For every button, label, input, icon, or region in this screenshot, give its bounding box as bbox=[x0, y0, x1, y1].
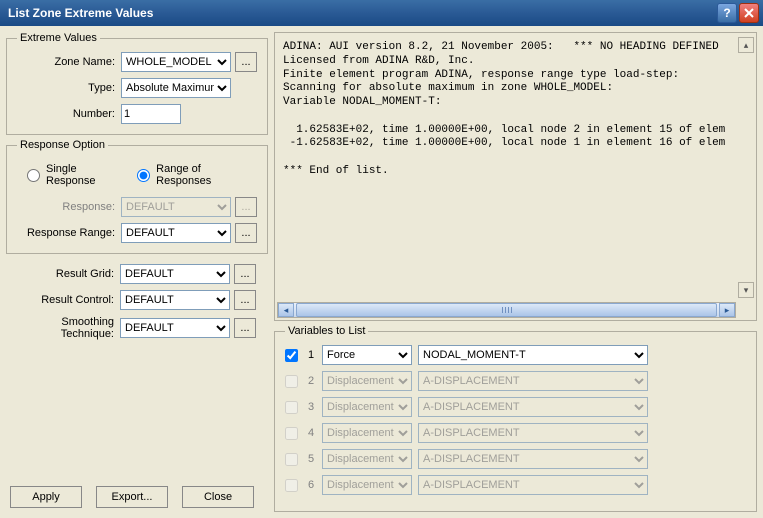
zone-name-browse-button[interactable]: ... bbox=[235, 52, 257, 72]
range-responses-radio[interactable] bbox=[137, 169, 150, 182]
variable-check bbox=[285, 401, 298, 414]
variable-number: 1 bbox=[306, 349, 316, 361]
variable-check bbox=[285, 427, 298, 440]
variable-check bbox=[285, 375, 298, 388]
variable-category-select: Displacement bbox=[322, 371, 412, 391]
scroll-thumb[interactable] bbox=[296, 303, 717, 317]
variable-number: 5 bbox=[306, 453, 316, 465]
variable-name-select: A-DISPLACEMENT bbox=[418, 397, 648, 417]
result-grid-browse-button[interactable]: ... bbox=[234, 264, 256, 284]
close-button[interactable]: Close bbox=[182, 486, 254, 508]
variable-category-select: Displacement bbox=[322, 475, 412, 495]
variable-category-select[interactable]: Force bbox=[322, 345, 412, 365]
range-responses-option[interactable]: Range of Responses bbox=[137, 163, 247, 187]
result-control-label: Result Control: bbox=[6, 294, 116, 306]
response-label: Response: bbox=[17, 201, 117, 213]
variable-category-select: Displacement bbox=[322, 423, 412, 443]
range-responses-label: Range of Responses bbox=[156, 163, 247, 187]
type-label: Type: bbox=[17, 82, 117, 94]
single-response-label: Single Response bbox=[46, 163, 119, 187]
close-icon bbox=[744, 8, 754, 18]
variable-name-select: A-DISPLACEMENT bbox=[418, 475, 648, 495]
output-vertical-scrollbar[interactable]: ▴ ▾ bbox=[738, 37, 754, 298]
output-text: ADINA: AUI version 8.2, 21 November 2005… bbox=[275, 33, 756, 300]
zone-name-select[interactable]: WHOLE_MODEL bbox=[121, 52, 231, 72]
single-response-radio[interactable] bbox=[27, 169, 40, 182]
variable-name-select: A-DISPLACEMENT bbox=[418, 449, 648, 469]
number-input[interactable] bbox=[121, 104, 181, 124]
export-button[interactable]: Export... bbox=[96, 486, 168, 508]
output-horizontal-scrollbar[interactable]: ◂ ▸ bbox=[277, 302, 736, 318]
scroll-down-icon[interactable]: ▾ bbox=[738, 282, 754, 298]
variable-row: 4 Displacement A-DISPLACEMENT bbox=[285, 423, 746, 443]
smoothing-label: Smoothing Technique: bbox=[6, 316, 116, 340]
variables-group: Variables to List 1ForceNODAL_MOMENT-T2D… bbox=[274, 325, 757, 512]
result-grid-select[interactable]: DEFAULT bbox=[120, 264, 230, 284]
variable-row: 2 Displacement A-DISPLACEMENT bbox=[285, 371, 746, 391]
variable-number: 2 bbox=[306, 375, 316, 387]
result-grid-label: Result Grid: bbox=[6, 268, 116, 280]
variable-row: 1 Force NODAL_MOMENT-T bbox=[285, 345, 746, 365]
variable-number: 6 bbox=[306, 479, 316, 491]
variable-category-select: Displacement bbox=[322, 397, 412, 417]
variable-name-select: A-DISPLACEMENT bbox=[418, 423, 648, 443]
output-panel: ADINA: AUI version 8.2, 21 November 2005… bbox=[274, 32, 757, 321]
single-response-option[interactable]: Single Response bbox=[27, 163, 119, 187]
variable-row: 5 Displacement A-DISPLACEMENT bbox=[285, 449, 746, 469]
result-control-browse-button[interactable]: ... bbox=[234, 290, 256, 310]
variable-row: 3 Displacement A-DISPLACEMENT bbox=[285, 397, 746, 417]
scroll-up-icon[interactable]: ▴ bbox=[738, 37, 754, 53]
zone-name-label: Zone Name: bbox=[17, 56, 117, 68]
variable-name-select: A-DISPLACEMENT bbox=[418, 371, 648, 391]
result-control-select[interactable]: DEFAULT bbox=[120, 290, 230, 310]
variables-legend: Variables to List bbox=[285, 325, 368, 337]
variable-category-select: Displacement bbox=[322, 449, 412, 469]
extreme-values-legend: Extreme Values bbox=[17, 32, 100, 44]
response-range-browse-button[interactable]: ... bbox=[235, 223, 257, 243]
response-range-label: Response Range: bbox=[17, 227, 117, 239]
number-label: Number: bbox=[17, 108, 117, 120]
window-title: List Zone Extreme Values bbox=[8, 6, 717, 20]
response-select: DEFAULT bbox=[121, 197, 231, 217]
type-select[interactable]: Absolute Maximum bbox=[121, 78, 231, 98]
help-button[interactable]: ? bbox=[717, 3, 737, 23]
scroll-left-icon[interactable]: ◂ bbox=[278, 303, 294, 317]
variable-check bbox=[285, 453, 298, 466]
variable-check[interactable] bbox=[285, 349, 298, 362]
titlebar: List Zone Extreme Values ? bbox=[0, 0, 763, 26]
smoothing-select[interactable]: DEFAULT bbox=[120, 318, 230, 338]
extreme-values-group: Extreme Values Zone Name: WHOLE_MODEL ..… bbox=[6, 32, 268, 135]
variable-check bbox=[285, 479, 298, 492]
variable-row: 6 Displacement A-DISPLACEMENT bbox=[285, 475, 746, 495]
response-option-legend: Response Option bbox=[17, 139, 108, 151]
smoothing-browse-button[interactable]: ... bbox=[234, 318, 256, 338]
response-range-select[interactable]: DEFAULT bbox=[121, 223, 231, 243]
response-option-group: Response Option Single Response Range of… bbox=[6, 139, 268, 254]
variable-number: 3 bbox=[306, 401, 316, 413]
apply-button[interactable]: Apply bbox=[10, 486, 82, 508]
response-browse-button: ... bbox=[235, 197, 257, 217]
window-close-button[interactable] bbox=[739, 3, 759, 23]
variable-number: 4 bbox=[306, 427, 316, 439]
scroll-right-icon[interactable]: ▸ bbox=[719, 303, 735, 317]
variable-name-select[interactable]: NODAL_MOMENT-T bbox=[418, 345, 648, 365]
